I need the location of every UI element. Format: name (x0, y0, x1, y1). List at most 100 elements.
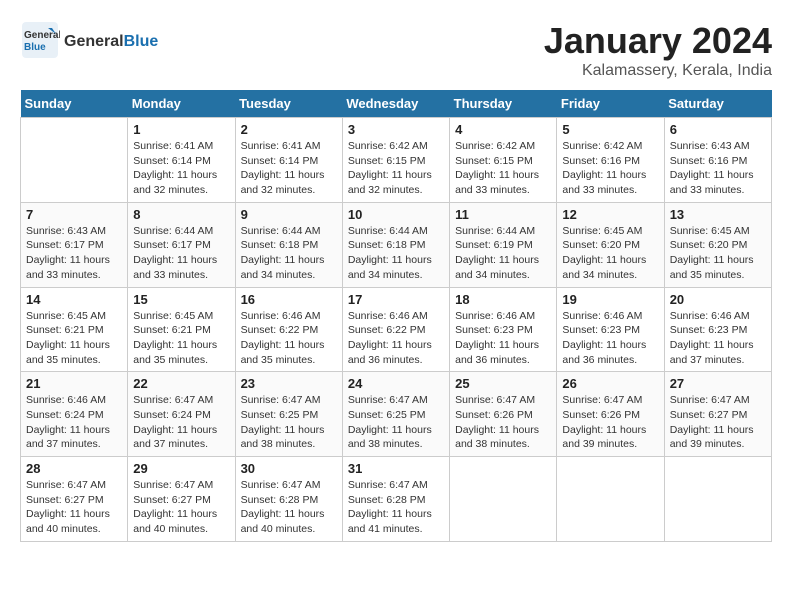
day-info: Sunrise: 6:47 AMSunset: 6:27 PMDaylight:… (670, 393, 766, 452)
day-info: Sunrise: 6:47 AMSunset: 6:26 PMDaylight:… (562, 393, 658, 452)
logo-blue-text: Blue (124, 33, 159, 50)
calendar-cell: 22 Sunrise: 6:47 AMSunset: 6:24 PMDayligh… (128, 372, 235, 457)
day-number: 18 (455, 292, 551, 307)
col-header-wednesday: Wednesday (342, 90, 449, 118)
calendar-cell: 16 Sunrise: 6:46 AMSunset: 6:22 PMDayligh… (235, 287, 342, 372)
svg-text:General: General (24, 30, 60, 41)
day-number: 28 (26, 461, 122, 476)
calendar-cell: 27Sunrise: 6:47 AMSunset: 6:27 PMDayligh… (664, 372, 771, 457)
calendar-cell: 13 Sunrise: 6:45 AMSunset: 6:20 PMDayligh… (664, 202, 771, 287)
day-number: 3 (348, 122, 444, 137)
calendar-week-row: 28 Sunrise: 6:47 AMSunset: 6:27 PMDayligh… (21, 457, 772, 542)
page-header: General Blue GeneralBlue January 2024 Ka… (20, 20, 772, 80)
calendar-cell: 18 Sunrise: 6:46 AMSunset: 6:23 PMDayligh… (450, 287, 557, 372)
calendar-cell: 21 Sunrise: 6:46 AMSunset: 6:24 PMDayligh… (21, 372, 128, 457)
day-number: 15 (133, 292, 229, 307)
col-header-sunday: Sunday (21, 90, 128, 118)
calendar-cell: 28 Sunrise: 6:47 AMSunset: 6:27 PMDayligh… (21, 457, 128, 542)
day-info: Sunrise: 6:42 AMSunset: 6:15 PMDaylight:… (455, 139, 551, 198)
month-title: January 2024 (544, 20, 772, 62)
title-block: January 2024 Kalamassery, Kerala, India (544, 20, 772, 80)
day-info: Sunrise: 6:46 AMSunset: 6:22 PMDaylight:… (241, 309, 337, 368)
calendar-cell: 6Sunrise: 6:43 AMSunset: 6:16 PMDaylight… (664, 118, 771, 203)
day-number: 20 (670, 292, 766, 307)
calendar-cell: 26 Sunrise: 6:47 AMSunset: 6:26 PMDayligh… (557, 372, 664, 457)
day-info: Sunrise: 6:43 AMSunset: 6:17 PMDaylight:… (26, 224, 122, 283)
calendar-cell: 11 Sunrise: 6:44 AMSunset: 6:19 PMDayligh… (450, 202, 557, 287)
calendar-cell: 29 Sunrise: 6:47 AMSunset: 6:27 PMDayligh… (128, 457, 235, 542)
calendar-week-row: 1 Sunrise: 6:41 AMSunset: 6:14 PMDaylight… (21, 118, 772, 203)
col-header-friday: Friday (557, 90, 664, 118)
day-number: 17 (348, 292, 444, 307)
calendar-cell: 9Sunrise: 6:44 AMSunset: 6:18 PMDaylight… (235, 202, 342, 287)
day-number: 11 (455, 207, 551, 222)
day-info: Sunrise: 6:47 AMSunset: 6:28 PMDaylight:… (241, 478, 337, 537)
calendar-cell: 7 Sunrise: 6:43 AMSunset: 6:17 PMDaylight… (21, 202, 128, 287)
day-number: 16 (241, 292, 337, 307)
day-info: Sunrise: 6:47 AMSunset: 6:28 PMDaylight:… (348, 478, 444, 537)
col-header-monday: Monday (128, 90, 235, 118)
day-number: 22 (133, 376, 229, 391)
calendar-cell: 4 Sunrise: 6:42 AMSunset: 6:15 PMDaylight… (450, 118, 557, 203)
col-header-tuesday: Tuesday (235, 90, 342, 118)
day-number: 29 (133, 461, 229, 476)
calendar-cell (21, 118, 128, 203)
day-number: 19 (562, 292, 658, 307)
day-number: 26 (562, 376, 658, 391)
day-number: 1 (133, 122, 229, 137)
day-info: Sunrise: 6:46 AMSunset: 6:24 PMDaylight:… (26, 393, 122, 452)
day-info: Sunrise: 6:46 AMSunset: 6:23 PMDaylight:… (670, 309, 766, 368)
day-number: 12 (562, 207, 658, 222)
calendar-cell: 20 Sunrise: 6:46 AMSunset: 6:23 PMDayligh… (664, 287, 771, 372)
calendar-cell: 2 Sunrise: 6:41 AMSunset: 6:14 PMDaylight… (235, 118, 342, 203)
calendar-cell: 25Sunrise: 6:47 AMSunset: 6:26 PMDayligh… (450, 372, 557, 457)
calendar-header-row: SundayMondayTuesdayWednesdayThursdayFrid… (21, 90, 772, 118)
day-number: 4 (455, 122, 551, 137)
calendar-cell: 8Sunrise: 6:44 AMSunset: 6:17 PMDaylight… (128, 202, 235, 287)
calendar-cell (664, 457, 771, 542)
calendar-cell (450, 457, 557, 542)
day-info: Sunrise: 6:42 AMSunset: 6:15 PMDaylight:… (348, 139, 444, 198)
day-info: Sunrise: 6:45 AMSunset: 6:21 PMDaylight:… (26, 309, 122, 368)
day-info: Sunrise: 6:42 AMSunset: 6:16 PMDaylight:… (562, 139, 658, 198)
calendar-week-row: 21 Sunrise: 6:46 AMSunset: 6:24 PMDayligh… (21, 372, 772, 457)
day-number: 5 (562, 122, 658, 137)
calendar-cell: 5 Sunrise: 6:42 AMSunset: 6:16 PMDaylight… (557, 118, 664, 203)
day-info: Sunrise: 6:44 AMSunset: 6:19 PMDaylight:… (455, 224, 551, 283)
logo: General Blue GeneralBlue (20, 20, 158, 60)
day-info: Sunrise: 6:47 AMSunset: 6:24 PMDaylight:… (133, 393, 229, 452)
calendar-cell: 19 Sunrise: 6:46 AMSunset: 6:23 PMDayligh… (557, 287, 664, 372)
calendar-cell: 30Sunrise: 6:47 AMSunset: 6:28 PMDayligh… (235, 457, 342, 542)
day-info: Sunrise: 6:46 AMSunset: 6:23 PMDaylight:… (562, 309, 658, 368)
day-number: 13 (670, 207, 766, 222)
day-number: 24 (348, 376, 444, 391)
day-info: Sunrise: 6:44 AMSunset: 6:18 PMDaylight:… (348, 224, 444, 283)
calendar-week-row: 7 Sunrise: 6:43 AMSunset: 6:17 PMDaylight… (21, 202, 772, 287)
logo-general-text: General (64, 33, 124, 50)
day-info: Sunrise: 6:45 AMSunset: 6:21 PMDaylight:… (133, 309, 229, 368)
location-subtitle: Kalamassery, Kerala, India (544, 62, 772, 80)
calendar-cell: 17 Sunrise: 6:46 AMSunset: 6:22 PMDayligh… (342, 287, 449, 372)
day-info: Sunrise: 6:46 AMSunset: 6:23 PMDaylight:… (455, 309, 551, 368)
day-info: Sunrise: 6:44 AMSunset: 6:18 PMDaylight:… (241, 224, 337, 283)
day-info: Sunrise: 6:41 AMSunset: 6:14 PMDaylight:… (241, 139, 337, 198)
calendar-cell: 14 Sunrise: 6:45 AMSunset: 6:21 PMDayligh… (21, 287, 128, 372)
logo-icon: General Blue (20, 20, 60, 60)
day-number: 21 (26, 376, 122, 391)
day-info: Sunrise: 6:47 AMSunset: 6:27 PMDaylight:… (26, 478, 122, 537)
day-number: 23 (241, 376, 337, 391)
day-info: Sunrise: 6:45 AMSunset: 6:20 PMDaylight:… (670, 224, 766, 283)
day-info: Sunrise: 6:45 AMSunset: 6:20 PMDaylight:… (562, 224, 658, 283)
day-info: Sunrise: 6:47 AMSunset: 6:25 PMDaylight:… (348, 393, 444, 452)
calendar-table: SundayMondayTuesdayWednesdayThursdayFrid… (20, 90, 772, 542)
calendar-cell: 3 Sunrise: 6:42 AMSunset: 6:15 PMDaylight… (342, 118, 449, 203)
calendar-cell (557, 457, 664, 542)
calendar-cell: 24 Sunrise: 6:47 AMSunset: 6:25 PMDayligh… (342, 372, 449, 457)
day-number: 2 (241, 122, 337, 137)
day-number: 10 (348, 207, 444, 222)
day-info: Sunrise: 6:46 AMSunset: 6:22 PMDaylight:… (348, 309, 444, 368)
day-info: Sunrise: 6:47 AMSunset: 6:27 PMDaylight:… (133, 478, 229, 537)
calendar-week-row: 14 Sunrise: 6:45 AMSunset: 6:21 PMDayligh… (21, 287, 772, 372)
day-number: 14 (26, 292, 122, 307)
day-number: 7 (26, 207, 122, 222)
